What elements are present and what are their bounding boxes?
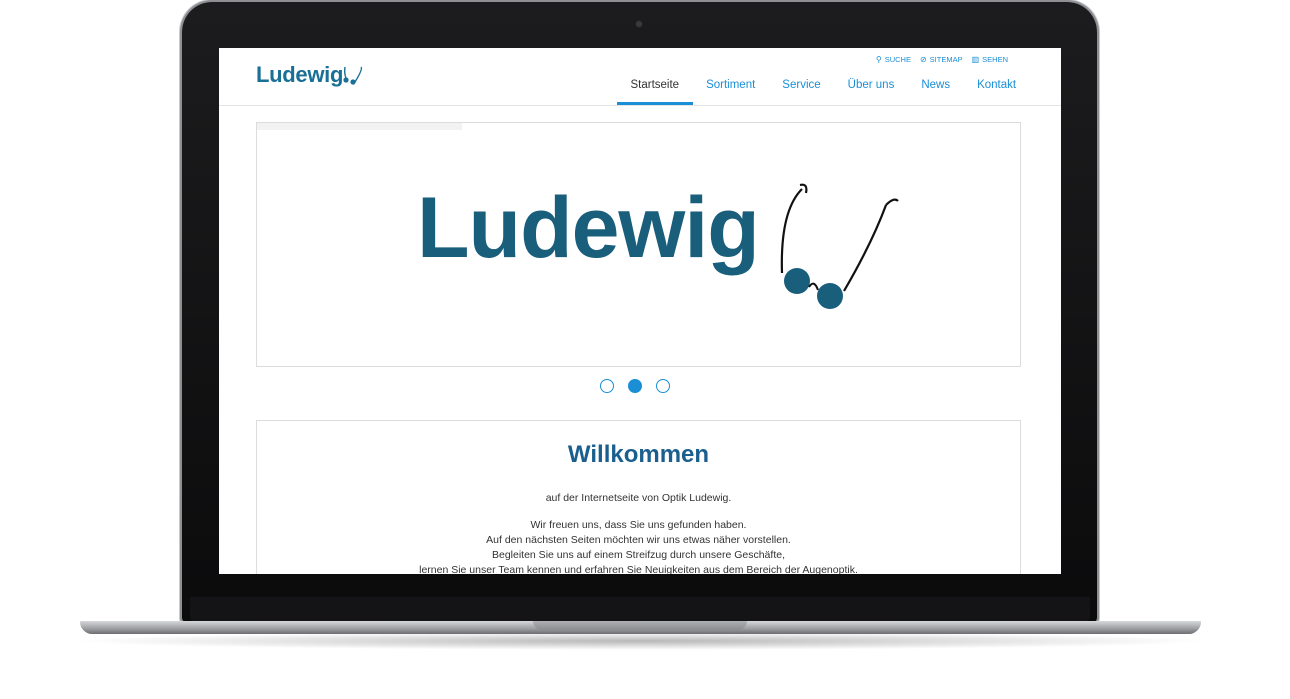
slider-dot-3[interactable] — [656, 379, 670, 393]
welcome-line: Auf den nächsten Seiten möchten wir uns … — [486, 534, 791, 546]
site-header: Ludewig ⚲ SUCHE ⊘ SITEMAP ▥ SEHEN Starts… — [219, 48, 1061, 106]
laptop-shadow — [70, 632, 1210, 650]
glasses-icon — [780, 183, 899, 309]
utility-links: ⚲ SUCHE ⊘ SITEMAP ▥ SEHEN — [876, 55, 1008, 64]
search-icon: ⚲ — [875, 54, 882, 64]
browser-screen: Ludewig ⚲ SUCHE ⊘ SITEMAP ▥ SEHEN Starts… — [219, 48, 1061, 574]
accessibility-icon: ▥ — [971, 54, 980, 64]
welcome-line: lernen Sie unser Team kennen und erfahre… — [419, 564, 858, 574]
nav-item-service[interactable]: Service — [769, 74, 834, 100]
util-sitemap-link[interactable]: ⊘ SITEMAP — [920, 55, 963, 64]
hero-slider: Ludewig — [256, 122, 1021, 367]
welcome-section: Willkommen auf der Internetseite von Opt… — [256, 420, 1021, 574]
util-sehen-label: SEHEN — [982, 55, 1008, 64]
main-nav: Startseite Sortiment Service Über uns Ne… — [617, 74, 1030, 105]
welcome-title: Willkommen — [567, 441, 710, 468]
welcome-line: Begleiten Sie uns auf einem Streifzug du… — [491, 549, 785, 561]
nav-item-news[interactable]: News — [908, 74, 964, 100]
glasses-logo-icon — [343, 66, 363, 85]
nav-item-kontakt[interactable]: Kontakt — [964, 74, 1030, 100]
welcome-body: Wir freuen uns, dass Sie uns gefunden ha… — [257, 518, 1020, 574]
slider-dots — [600, 379, 670, 393]
welcome-intro: auf der Internetseite von Optik Ludewig. — [545, 492, 732, 504]
webcam — [636, 21, 642, 27]
util-search-link[interactable]: ⚲ SUCHE — [876, 55, 911, 64]
sitemap-icon: ⊘ — [919, 54, 927, 64]
hero-logo-text: Ludewig — [417, 180, 760, 276]
slider-dot-2[interactable] — [628, 379, 642, 393]
slider-progress-bar — [257, 123, 462, 130]
laptop-notch — [533, 621, 747, 630]
slider-dot-1[interactable] — [600, 379, 614, 393]
nav-item-sortiment[interactable]: Sortiment — [693, 74, 769, 100]
nav-item-ueber-uns[interactable]: Über uns — [834, 74, 908, 100]
site-logo[interactable]: Ludewig — [256, 62, 343, 88]
welcome-line: Wir freuen uns, dass Sie uns gefunden ha… — [530, 519, 747, 531]
util-search-label: SUCHE — [884, 55, 911, 64]
laptop-bezel-chin — [190, 597, 1090, 621]
nav-item-startseite[interactable]: Startseite — [617, 74, 693, 105]
util-sehen-link[interactable]: ▥ SEHEN — [972, 55, 1008, 64]
util-sitemap-label: SITEMAP — [929, 55, 963, 64]
